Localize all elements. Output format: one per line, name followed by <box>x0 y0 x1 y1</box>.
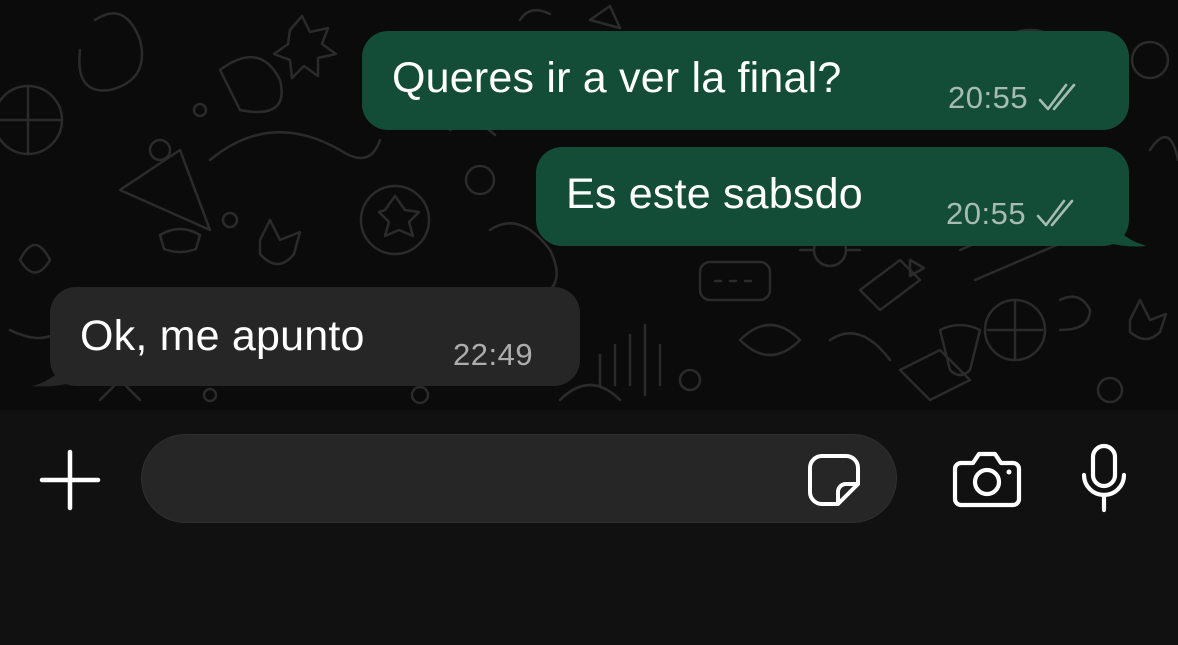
plus-icon <box>39 449 101 511</box>
message-text: Queres ir a ver la final? <box>392 54 842 102</box>
message-input-box[interactable] <box>141 434 897 524</box>
message-time: 22:49 <box>453 337 534 372</box>
message-time: 20:55 <box>948 80 1029 115</box>
message-input[interactable] <box>172 435 816 524</box>
message-meta: 22:49 <box>453 337 533 373</box>
message-text: Ok, me apunto <box>80 312 365 360</box>
microphone-button[interactable] <box>1076 442 1132 514</box>
camera-button[interactable] <box>950 448 1024 510</box>
sticker-icon <box>808 454 860 506</box>
bubble-tail <box>32 346 74 387</box>
composer-bar <box>0 410 1178 645</box>
message-list[interactable]: Queres ir a ver la final? 20:55 Es este … <box>0 0 1178 410</box>
double-check-icon <box>1038 83 1076 111</box>
message-time: 20:55 <box>946 196 1027 231</box>
microphone-icon <box>1081 443 1127 513</box>
message-bubble-outgoing[interactable]: Queres ir a ver la final? 20:55 <box>362 31 1129 130</box>
message-meta: 20:55 <box>946 196 1082 232</box>
double-check-icon <box>1036 199 1074 227</box>
message-bubble-incoming[interactable]: Ok, me apunto 22:49 <box>50 287 580 386</box>
message-bubble-outgoing[interactable]: Es este sabsdo 20:55 <box>536 147 1129 246</box>
message-meta: 20:55 <box>948 80 1084 116</box>
attach-button[interactable] <box>36 446 104 514</box>
bubble-tail <box>1105 206 1147 247</box>
chat-screen: Queres ir a ver la final? 20:55 Es este … <box>0 0 1178 645</box>
camera-icon <box>952 451 1022 508</box>
sticker-button[interactable] <box>806 452 862 508</box>
message-text: Es este sabsdo <box>566 170 863 218</box>
